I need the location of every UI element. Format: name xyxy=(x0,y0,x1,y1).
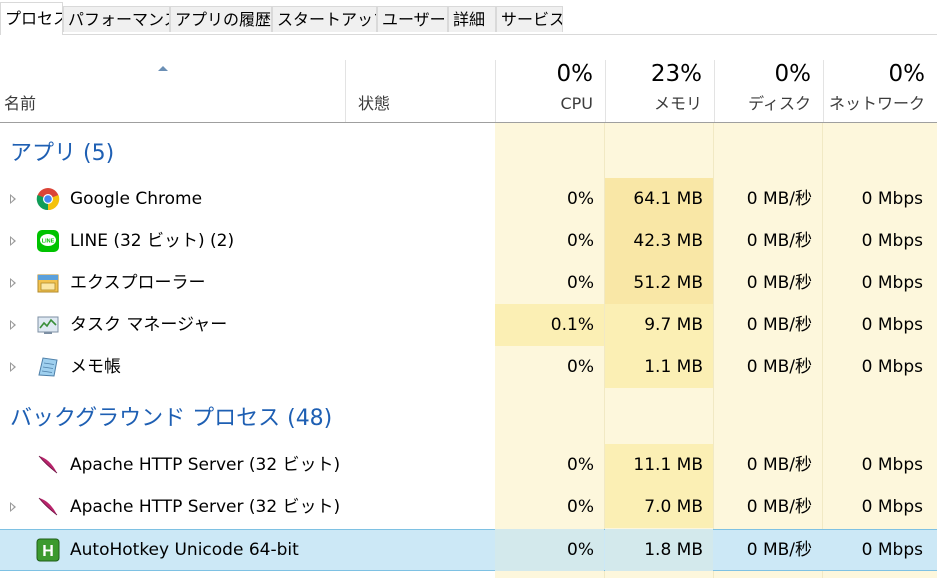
table-row-selected[interactable]: H AutoHotkey Unicode 64-bit 0% 1.8 MB 0 … xyxy=(0,529,937,571)
column-network-label: ネットワーク xyxy=(828,94,925,113)
column-status[interactable]: 状態 xyxy=(345,60,495,122)
column-cpu[interactable]: 0% CPU xyxy=(495,60,605,122)
process-name: エクスプローラー xyxy=(70,273,206,293)
cpu-value: 0.1% xyxy=(495,304,604,346)
table-row[interactable]: Apache HTTP Server (32 ビット) 0% 11.1 MB 0… xyxy=(0,444,937,486)
svg-text:H: H xyxy=(42,543,54,560)
network-value: 0 Mbps xyxy=(861,189,923,209)
expand-icon[interactable] xyxy=(10,194,16,204)
sort-ascending-icon xyxy=(158,66,168,71)
table-row[interactable]: Apache HTTP Server (32 ビット) 0% 7.0 MB 0 … xyxy=(0,486,937,528)
network-value: 0 Mbps xyxy=(861,231,923,251)
network-value: 0 Mbps xyxy=(861,455,923,475)
tab-details[interactable]: 詳細 xyxy=(448,6,496,32)
process-name: AutoHotkey Unicode 64-bit xyxy=(70,540,299,560)
chrome-icon xyxy=(36,188,60,211)
cpu-value: 0% xyxy=(495,529,604,571)
column-disk-label: ディスク xyxy=(748,94,811,113)
disk-value: 0 MB/秒 xyxy=(746,357,812,377)
table-row[interactable]: Google Chrome 0% 64.1 MB 0 MB/秒 0 Mbps xyxy=(0,178,937,220)
cpu-value: 0% xyxy=(567,231,594,251)
column-memory[interactable]: 23% メモリ xyxy=(605,60,714,122)
network-value: 0 Mbps xyxy=(861,357,923,377)
disk-value: 0 MB/秒 xyxy=(746,315,812,335)
disk-value: 0 MB/秒 xyxy=(746,189,812,209)
explorer-icon xyxy=(37,274,59,293)
disk-value: 0 MB/秒 xyxy=(746,455,812,475)
table-row[interactable]: タスク マネージャー 0.1% 9.7 MB 0 MB/秒 0 Mbps xyxy=(0,304,937,346)
table-row[interactable]: LINE LINE (32 ビット) (2) 0% 42.3 MB 0 MB/秒… xyxy=(0,220,937,262)
cpu-value: 0% xyxy=(567,497,594,517)
memory-value: 1.1 MB xyxy=(605,346,713,388)
tab-services[interactable]: サービス xyxy=(496,6,563,32)
network-value: 0 Mbps xyxy=(861,540,923,560)
process-name: LINE (32 ビット) (2) xyxy=(70,231,235,251)
svg-text:LINE: LINE xyxy=(42,239,55,245)
memory-value: 9.7 MB xyxy=(605,304,713,346)
column-network[interactable]: 0% ネットワーク xyxy=(823,60,937,122)
tab-users[interactable]: ユーザー xyxy=(377,6,448,32)
column-memory-label: メモリ xyxy=(653,94,702,113)
process-name: Apache HTTP Server (32 ビット) xyxy=(70,455,341,475)
network-total: 0% xyxy=(888,61,926,87)
tab-bar: プロセス パフォーマンス アプリの履歴 スタートアップ ユーザー 詳細 サービス xyxy=(0,0,937,35)
column-name[interactable]: 名前 xyxy=(0,60,345,122)
memory-total: 23% xyxy=(650,61,702,87)
process-name: Google Chrome xyxy=(70,189,203,209)
task-manager-icon xyxy=(37,316,59,334)
disk-value: 0 MB/秒 xyxy=(746,540,812,560)
apache-feather-icon xyxy=(38,455,58,474)
memory-value: 7.0 MB xyxy=(605,486,713,528)
cpu-value: 0% xyxy=(567,455,594,475)
cpu-total: 0% xyxy=(556,61,594,87)
process-name: Apache HTTP Server (32 ビット) xyxy=(70,497,341,517)
tab-startup[interactable]: スタートアップ xyxy=(272,6,377,32)
group-background-processes[interactable]: バックグラウンド プロセス (48) xyxy=(10,404,332,434)
disk-total: 0% xyxy=(774,61,812,87)
column-header: 名前 状態 0% CPU 23% メモリ 0% ディスク 0% ネットワーク xyxy=(0,60,937,123)
autohotkey-icon: H xyxy=(36,538,60,562)
expand-icon[interactable] xyxy=(10,278,16,288)
memory-value: 1.8 MB xyxy=(605,529,713,571)
tab-app-history[interactable]: アプリの履歴 xyxy=(170,6,272,32)
memory-value: 11.1 MB xyxy=(605,444,713,486)
disk-value: 0 MB/秒 xyxy=(746,231,812,251)
column-name-label: 名前 xyxy=(4,94,37,113)
network-value: 0 Mbps xyxy=(861,315,923,335)
memory-value: 42.3 MB xyxy=(605,220,713,262)
tab-performance[interactable]: パフォーマンス xyxy=(63,6,170,32)
apache-feather-icon xyxy=(38,497,58,516)
memory-value: 51.2 MB xyxy=(605,262,713,304)
process-name: メモ帳 xyxy=(70,357,121,377)
cpu-value: 0% xyxy=(567,357,594,377)
column-cpu-label: CPU xyxy=(560,94,593,113)
expand-icon[interactable] xyxy=(10,502,16,512)
notepad-icon xyxy=(38,357,58,377)
disk-value: 0 MB/秒 xyxy=(746,273,812,293)
expand-icon[interactable] xyxy=(10,320,16,330)
expand-icon[interactable] xyxy=(10,362,16,372)
column-status-label: 状態 xyxy=(358,94,391,113)
table-row[interactable]: メモ帳 0% 1.1 MB 0 MB/秒 0 Mbps xyxy=(0,346,937,388)
network-value: 0 Mbps xyxy=(861,497,923,517)
process-name: タスク マネージャー xyxy=(70,315,228,335)
group-apps[interactable]: アプリ (5) xyxy=(10,139,114,169)
tab-processes[interactable]: プロセス xyxy=(0,2,63,35)
memory-value: 64.1 MB xyxy=(605,178,713,220)
expand-icon[interactable] xyxy=(10,236,16,246)
line-icon: LINE xyxy=(37,230,59,252)
column-disk[interactable]: 0% ディスク xyxy=(714,60,823,122)
table-row[interactable]: エクスプローラー 0% 51.2 MB 0 MB/秒 0 Mbps xyxy=(0,262,937,304)
cpu-value: 0% xyxy=(567,273,594,293)
disk-value: 0 MB/秒 xyxy=(746,497,812,517)
cpu-value: 0% xyxy=(567,189,594,209)
network-value: 0 Mbps xyxy=(861,273,923,293)
